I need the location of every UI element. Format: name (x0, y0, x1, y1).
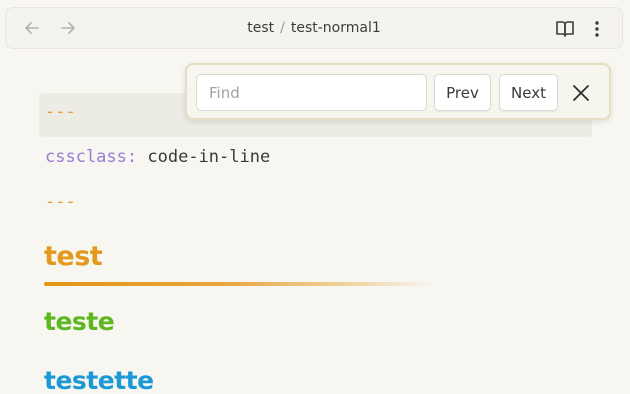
more-options-button[interactable] (590, 19, 604, 39)
more-vertical-icon (595, 21, 599, 37)
breadcrumb-folder[interactable]: test (247, 20, 274, 36)
heading-3[interactable]: testette (44, 366, 154, 394)
heading-2[interactable]: teste (44, 307, 115, 336)
breadcrumb: test / test-normal1 (6, 20, 622, 36)
next-button[interactable]: Next (499, 74, 558, 111)
reading-view-button[interactable] (554, 19, 576, 39)
frontmatter-value: code-in-line (137, 147, 271, 167)
heading-1[interactable]: test (44, 241, 103, 272)
frontmatter-key: cssclass (45, 147, 127, 167)
frontmatter-property[interactable]: cssclass: code-in-line (45, 147, 270, 167)
view-header: test / test-normal1 (5, 7, 623, 49)
heading-1-underline (44, 282, 434, 286)
prev-button[interactable]: Prev (434, 74, 491, 111)
close-icon (573, 85, 589, 101)
book-open-icon (556, 21, 574, 37)
breadcrumb-separator: / (280, 20, 285, 36)
breadcrumb-file[interactable]: test-normal1 (291, 20, 381, 36)
frontmatter-open: --- (45, 102, 76, 122)
editor-window: test / test-normal1 --- cssclass: code-in-… (0, 0, 630, 394)
find-panel: Prev Next (185, 63, 611, 120)
frontmatter-close: --- (45, 192, 76, 212)
frontmatter-colon: : (126, 147, 138, 167)
find-input[interactable] (196, 74, 427, 111)
close-find-button[interactable] (570, 82, 592, 104)
